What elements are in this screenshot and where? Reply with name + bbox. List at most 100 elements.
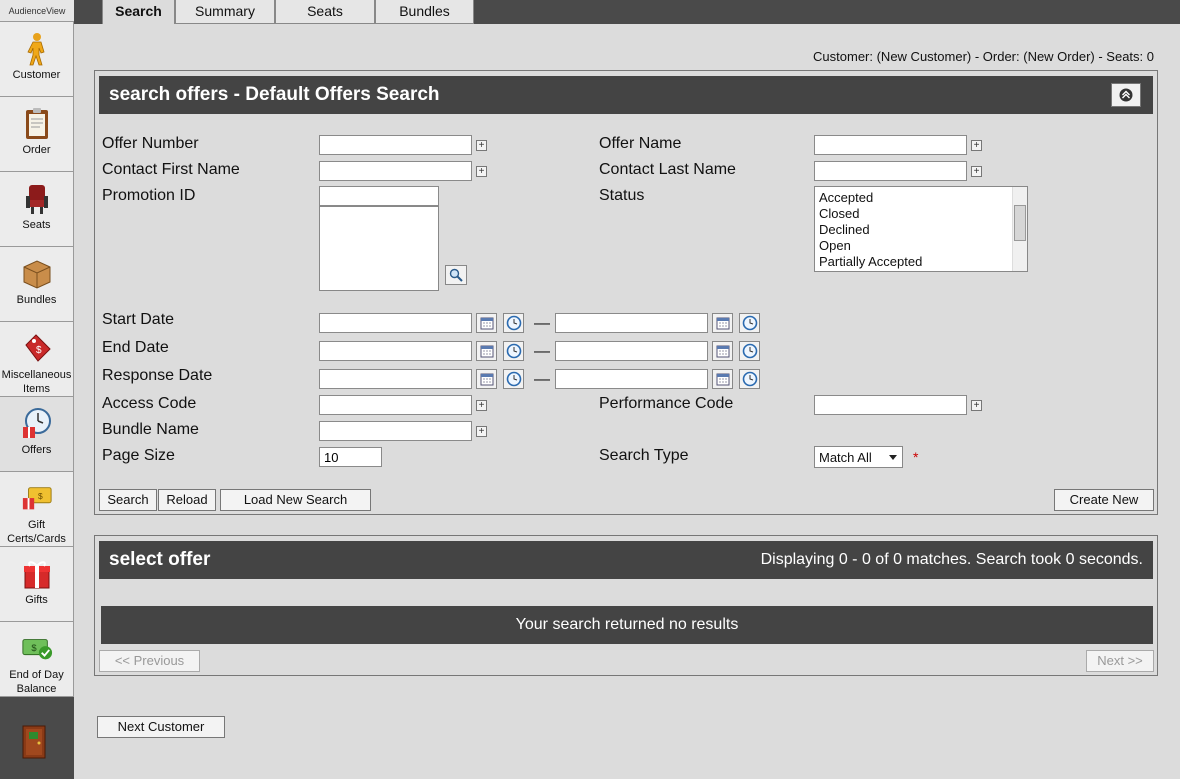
start-date-to-input[interactable] bbox=[555, 313, 708, 333]
calendar-icon bbox=[716, 317, 729, 330]
sidebar-item-seats[interactable]: Seats bbox=[0, 172, 74, 247]
tab-search[interactable]: Search bbox=[102, 0, 175, 24]
status-option[interactable]: Accepted bbox=[815, 190, 1027, 206]
gift-icon bbox=[21, 557, 53, 591]
contact-first-name-input[interactable] bbox=[319, 161, 472, 181]
box-icon bbox=[21, 257, 53, 291]
search-type-select[interactable]: Match All bbox=[814, 446, 903, 468]
sidebar: AudienceView Customer Order Seats Bundle… bbox=[0, 0, 74, 779]
clock-icon bbox=[742, 315, 757, 331]
end-date-label: End Date bbox=[102, 339, 169, 356]
collapse-up-icon bbox=[1119, 88, 1133, 102]
status-listbox[interactable]: Accepted Closed Declined Open Partially … bbox=[814, 186, 1028, 272]
previous-page-button[interactable]: << Previous bbox=[99, 650, 200, 672]
sidebar-item-offers[interactable]: Offers bbox=[0, 397, 74, 472]
exit-door-icon[interactable] bbox=[20, 724, 52, 764]
scrollbar-thumb[interactable] bbox=[1014, 205, 1026, 241]
calendar-button[interactable] bbox=[476, 369, 497, 389]
offer-number-input[interactable] bbox=[319, 135, 472, 155]
clock-button[interactable] bbox=[739, 341, 760, 361]
response-date-from-input[interactable] bbox=[319, 369, 472, 389]
collapse-button[interactable] bbox=[1111, 83, 1141, 107]
gift-card-icon: $ bbox=[21, 482, 53, 516]
sidebar-item-label: Gift Certs/Cards bbox=[7, 519, 66, 545]
tab-bundles[interactable]: Bundles bbox=[375, 0, 474, 24]
sidebar-item-end-of-day-balance[interactable]: $ End of Day Balance bbox=[0, 622, 74, 697]
create-new-button[interactable]: Create New bbox=[1054, 489, 1154, 511]
clock-icon bbox=[506, 371, 521, 387]
promotion-id-label: Promotion ID bbox=[102, 187, 196, 204]
offer-name-input[interactable] bbox=[814, 135, 967, 155]
sidebar-item-miscellaneous-items[interactable]: $ Miscellaneous Items bbox=[0, 322, 74, 397]
tab-summary[interactable]: Summary bbox=[175, 0, 275, 24]
range-dash: — bbox=[534, 315, 550, 332]
lookup-button[interactable] bbox=[445, 265, 467, 285]
reload-button[interactable]: Reload bbox=[158, 489, 216, 511]
bundle-name-input[interactable] bbox=[319, 421, 472, 441]
no-results-message: Your search returned no results bbox=[101, 606, 1153, 644]
offer-number-label: Offer Number bbox=[102, 135, 199, 152]
clock-button[interactable] bbox=[739, 369, 760, 389]
status-option[interactable]: Partially Accepted bbox=[815, 254, 1027, 270]
calendar-button[interactable] bbox=[476, 341, 497, 361]
clock-icon bbox=[506, 343, 521, 359]
tab-seats[interactable]: Seats bbox=[275, 0, 375, 24]
end-date-from-input[interactable] bbox=[319, 341, 472, 361]
sidebar-item-gift-certs-cards[interactable]: $ Gift Certs/Cards bbox=[0, 472, 74, 547]
range-dash: — bbox=[534, 371, 550, 388]
access-code-input[interactable] bbox=[319, 395, 472, 415]
expand-plus-icon[interactable]: + bbox=[971, 166, 982, 177]
calendar-button[interactable] bbox=[712, 313, 733, 333]
search-button[interactable]: Search bbox=[99, 489, 157, 511]
sidebar-item-bundles[interactable]: Bundles bbox=[0, 247, 74, 322]
end-date-to-input[interactable] bbox=[555, 341, 708, 361]
sidebar-item-gifts[interactable]: Gifts bbox=[0, 547, 74, 622]
response-date-to-input[interactable] bbox=[555, 369, 708, 389]
clock-button[interactable] bbox=[503, 313, 524, 333]
clock-button[interactable] bbox=[739, 313, 760, 333]
status-scrollbar[interactable] bbox=[1012, 187, 1027, 271]
person-icon bbox=[21, 32, 53, 66]
calendar-button[interactable] bbox=[712, 369, 733, 389]
clock-button[interactable] bbox=[503, 369, 524, 389]
chevron-down-icon bbox=[889, 455, 897, 460]
expand-plus-icon[interactable]: + bbox=[971, 140, 982, 151]
response-date-label: Response Date bbox=[102, 367, 213, 384]
status-option[interactable]: Declined bbox=[815, 222, 1027, 238]
expand-plus-icon[interactable]: + bbox=[476, 140, 487, 151]
start-date-from-input[interactable] bbox=[319, 313, 472, 333]
status-label: Status bbox=[599, 187, 645, 204]
expand-plus-icon[interactable]: + bbox=[971, 400, 982, 411]
brand-label: AudienceView bbox=[0, 0, 74, 22]
seat-icon bbox=[21, 182, 53, 216]
status-option[interactable]: Open bbox=[815, 238, 1027, 254]
expand-plus-icon[interactable]: + bbox=[476, 426, 487, 437]
calendar-button[interactable] bbox=[712, 341, 733, 361]
promotion-id-input[interactable] bbox=[319, 186, 439, 206]
next-page-button[interactable]: Next >> bbox=[1086, 650, 1154, 672]
status-option[interactable]: Closed bbox=[815, 206, 1027, 222]
range-dash: — bbox=[534, 343, 550, 360]
svg-text:$: $ bbox=[31, 642, 37, 653]
page-size-input[interactable] bbox=[319, 447, 382, 467]
sidebar-item-label: Bundles bbox=[16, 294, 57, 306]
clipboard-icon bbox=[21, 107, 53, 141]
search-panel-header: search offers - Default Offers Search bbox=[99, 76, 1153, 114]
sidebar-item-order[interactable]: Order bbox=[0, 97, 74, 172]
performance-code-input[interactable] bbox=[814, 395, 967, 415]
expand-plus-icon[interactable]: + bbox=[476, 400, 487, 411]
results-status: Displaying 0 - 0 of 0 matches. Search to… bbox=[760, 551, 1143, 568]
promotion-id-list[interactable] bbox=[319, 206, 439, 291]
calendar-button[interactable] bbox=[476, 313, 497, 333]
clock-button[interactable] bbox=[503, 341, 524, 361]
page-size-label: Page Size bbox=[102, 447, 175, 464]
expand-plus-icon[interactable]: + bbox=[476, 166, 487, 177]
context-line: Customer: (New Customer) - Order: (New O… bbox=[813, 49, 1154, 64]
results-panel: select offer Displaying 0 - 0 of 0 match… bbox=[94, 535, 1158, 676]
clock-icon bbox=[742, 371, 757, 387]
next-customer-button[interactable]: Next Customer bbox=[97, 716, 225, 738]
load-new-search-button[interactable]: Load New Search bbox=[220, 489, 371, 511]
cash-check-icon: $ bbox=[21, 632, 53, 666]
contact-last-name-input[interactable] bbox=[814, 161, 967, 181]
sidebar-item-customer[interactable]: Customer bbox=[0, 22, 74, 97]
